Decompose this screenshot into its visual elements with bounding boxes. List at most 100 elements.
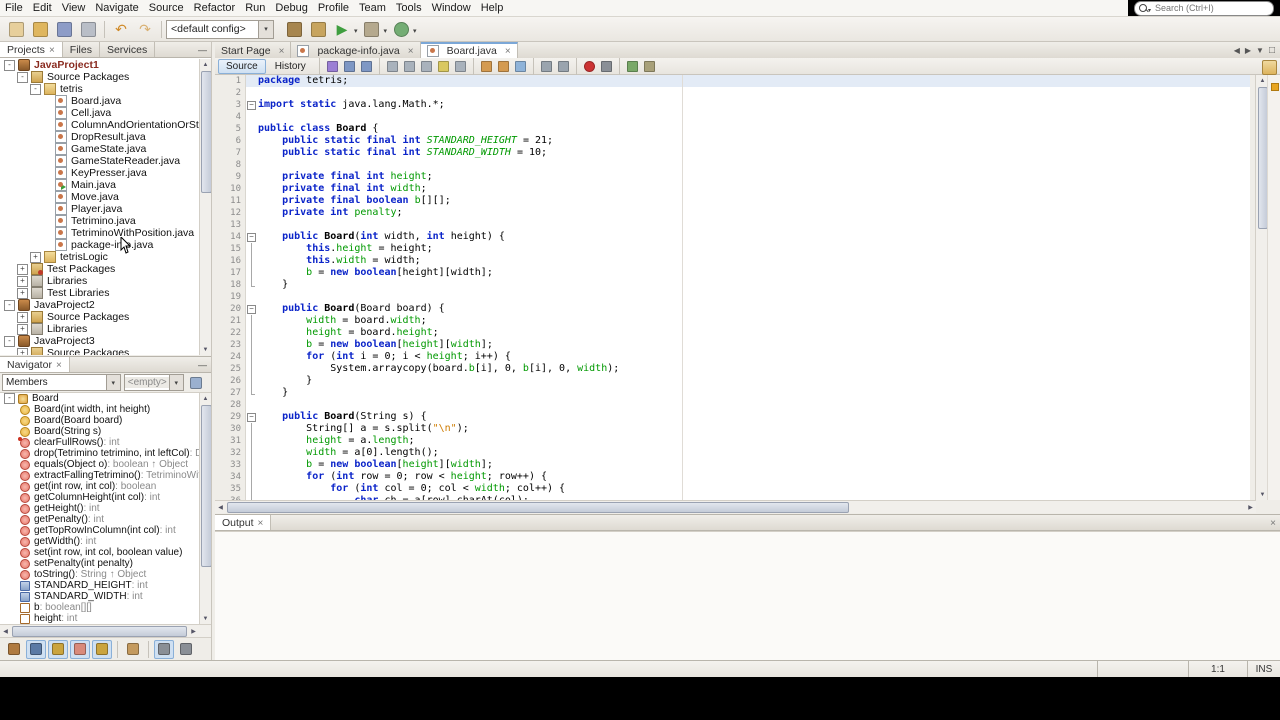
code-text[interactable]: }: [258, 387, 288, 399]
code-text[interactable]: b = new boolean[height][width];: [258, 459, 493, 471]
code-line[interactable]: 23 b = new boolean[height][width];: [215, 339, 1250, 351]
new-file-icon[interactable]: [5, 19, 27, 40]
line-number[interactable]: 35: [215, 483, 246, 495]
scroll-down-icon[interactable]: [200, 613, 211, 624]
search-input[interactable]: [1153, 3, 1273, 13]
code-text[interactable]: public Board(String s) {: [258, 411, 427, 423]
tab-navigator[interactable]: Navigator: [0, 357, 70, 372]
line-number[interactable]: 5: [215, 123, 246, 135]
line-number[interactable]: 30: [215, 423, 246, 435]
forward-icon[interactable]: [359, 59, 374, 73]
close-icon[interactable]: [258, 517, 264, 529]
next-occurrence-icon[interactable]: [496, 59, 511, 73]
select-in-document-icon[interactable]: [453, 59, 468, 73]
last-edited-icon[interactable]: [325, 59, 340, 73]
navigator-member-gettoprowincolumn[interactable]: getTopRowInColumn(int col) : int: [0, 525, 211, 536]
code-text[interactable]: b = new boolean[height][width];: [258, 267, 493, 279]
tree-item-package-info-java[interactable]: package-info.java: [0, 239, 211, 251]
tree-item-board-java[interactable]: Board.java: [0, 95, 211, 107]
scroll-up-icon[interactable]: [200, 393, 211, 404]
code-line[interactable]: 35 for (int col = 0; col < width; col++)…: [215, 483, 1250, 495]
tree-item-test-libraries[interactable]: + Test Libraries: [0, 287, 211, 299]
line-number[interactable]: 4: [215, 111, 246, 123]
source-view-button[interactable]: Source: [218, 58, 266, 74]
code-text[interactable]: width = board.width;: [258, 315, 426, 327]
build-project-icon[interactable]: [283, 19, 305, 40]
toggle-bookmark-icon[interactable]: [513, 59, 528, 73]
fold-collapse-icon[interactable]: −: [247, 413, 256, 422]
code-line[interactable]: 1 package tetris;: [215, 75, 1250, 87]
menu-help[interactable]: Help: [476, 2, 509, 14]
fold-collapse-icon[interactable]: −: [247, 101, 256, 110]
code-line[interactable]: 12 private int penalty;: [215, 207, 1250, 219]
menu-edit[interactable]: Edit: [28, 2, 57, 14]
code-fold-toggle[interactable]: −: [246, 411, 258, 423]
line-number[interactable]: 18: [215, 279, 246, 291]
chevron-down-icon[interactable]: [384, 20, 388, 38]
previous-occurrence-icon[interactable]: [479, 59, 494, 73]
editor-tab-start-page[interactable]: Start Page: [215, 42, 292, 58]
scroll-right-icon[interactable]: [1245, 502, 1256, 513]
code-line[interactable]: 25 System.arraycopy(board.b[i], 0, b[i],…: [215, 363, 1250, 375]
line-number[interactable]: 10: [215, 183, 246, 195]
error-stripe[interactable]: [1267, 75, 1280, 500]
navigator-member-board[interactable]: Board(int width, int height): [0, 404, 211, 415]
tree-item-tetrimino-java[interactable]: Tetrimino.java: [0, 215, 211, 227]
code-text[interactable]: height = board.height;: [258, 327, 438, 339]
tree-item-player-java[interactable]: Player.java: [0, 203, 211, 215]
tree-item-tetriminowithposition-java[interactable]: TetriminoWithPosition.java: [0, 227, 211, 239]
code-fold-toggle[interactable]: −: [246, 99, 258, 111]
tree-item-libraries[interactable]: + Libraries: [0, 323, 211, 335]
show-fields-icon[interactable]: [26, 639, 46, 659]
tree-item-source-packages[interactable]: + Source Packages: [0, 347, 211, 355]
code-line[interactable]: 15 this.height = height;: [215, 243, 1250, 255]
tree-item-gamestatereader-java[interactable]: GameStateReader.java: [0, 155, 211, 167]
tree-item-javaproject3[interactable]: - JavaProject3: [0, 335, 211, 347]
line-number[interactable]: 6: [215, 135, 246, 147]
scroll-down-icon[interactable]: [200, 344, 211, 355]
navigator-member-setpenalty[interactable]: setPenalty(int penalty): [0, 558, 211, 569]
code-text[interactable]: }: [258, 279, 288, 291]
menu-tools[interactable]: Tools: [391, 2, 427, 14]
code-text[interactable]: }: [258, 375, 312, 387]
scroll-right-icon[interactable]: [188, 626, 199, 637]
line-number[interactable]: 8: [215, 159, 246, 171]
code-line[interactable]: 31 height = a.length;: [215, 435, 1250, 447]
code-line[interactable]: 18 }: [215, 279, 1250, 291]
undo-icon[interactable]: ↶: [110, 19, 132, 40]
tree-item-cell-java[interactable]: Cell.java: [0, 107, 211, 119]
shift-left-icon[interactable]: [539, 59, 554, 73]
line-number[interactable]: 31: [215, 435, 246, 447]
line-number[interactable]: 12: [215, 207, 246, 219]
record-macro-icon[interactable]: [582, 59, 597, 73]
tree-item-main-java[interactable]: Main.java: [0, 179, 211, 191]
menu-file[interactable]: File: [0, 2, 28, 14]
code-line[interactable]: 9 private final int height;: [215, 171, 1250, 183]
navigator-member-get[interactable]: get(int row, int col) : boolean: [0, 481, 211, 492]
code-line[interactable]: 16 this.width = width;: [215, 255, 1250, 267]
line-number[interactable]: 26: [215, 375, 246, 387]
line-number[interactable]: 21: [215, 315, 246, 327]
history-view-button[interactable]: History: [267, 59, 314, 74]
code-text[interactable]: for (int i = 0; i < height; i++) {: [258, 351, 511, 363]
find-next-icon[interactable]: [402, 59, 417, 73]
toggle-expand-icon[interactable]: +: [30, 251, 41, 263]
close-icon[interactable]: [505, 45, 511, 57]
toggle-collapse-icon[interactable]: -: [4, 299, 15, 311]
code-line[interactable]: 22 height = board.height;: [215, 327, 1250, 339]
editor-hscrollbar[interactable]: [215, 500, 1256, 513]
code-line[interactable]: 20− public Board(Board board) {: [215, 303, 1250, 315]
find-selection-icon[interactable]: [385, 59, 400, 73]
tree-item-keypresser-java[interactable]: KeyPresser.java: [0, 167, 211, 179]
navigator-member-set[interactable]: set(int row, int col, boolean value): [0, 547, 211, 558]
tree-item-tetrislogic[interactable]: + tetrisLogic: [0, 251, 211, 263]
navigator-member-board[interactable]: Board(Board board): [0, 415, 211, 426]
code-text[interactable]: public Board(Board board) {: [258, 303, 445, 315]
stop-macro-icon[interactable]: [599, 59, 614, 73]
navigator-member-getpenalty[interactable]: getPenalty() : int: [0, 514, 211, 525]
chevron-down-icon[interactable]: [354, 20, 358, 38]
scroll-tabs-left-icon[interactable]: [1234, 46, 1240, 55]
code-text[interactable]: private final int width;: [258, 183, 427, 195]
code-line[interactable]: 11 private final boolean b[][];: [215, 195, 1250, 207]
navigator-member-equals[interactable]: equals(Object o) : boolean ↑ Object: [0, 459, 211, 470]
